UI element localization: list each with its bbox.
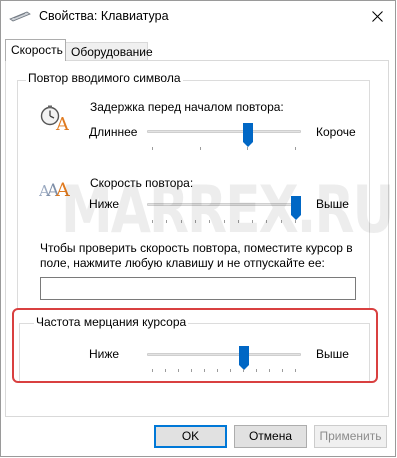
apply-button[interactable]: Применить — [314, 425, 387, 448]
tab-hardware[interactable]: Оборудование — [65, 42, 153, 61]
delay-slider-ticks — [152, 147, 296, 151]
repeat-group-legend: Повтор вводимого символа — [26, 71, 183, 85]
delay-slider-track[interactable] — [147, 130, 301, 133]
delay-label: Задержка перед началом повтора: — [90, 100, 284, 114]
delay-slider-thumb[interactable] — [243, 123, 254, 147]
keyboard-icon — [9, 10, 31, 22]
title-bar: Свойства: Клавиатура — [1, 1, 395, 32]
watermark: MARREX.RU — [61, 173, 395, 248]
cancel-button[interactable]: Отмена — [234, 425, 307, 448]
highlight-frame — [12, 308, 378, 383]
svg-text:A: A — [55, 114, 69, 131]
keyboard-properties-window: Свойства: Клавиатура Скорость Оборудован… — [0, 0, 396, 457]
slider-tick — [295, 147, 296, 150]
tab-speed[interactable]: Скорость — [5, 39, 66, 61]
close-icon — [371, 10, 383, 22]
window-title: Свойства: Клавиатура — [39, 9, 169, 23]
slider-tick — [152, 147, 153, 150]
slider-tick — [247, 147, 249, 150]
repeat-test-field[interactable] — [40, 277, 356, 300]
delay-right-label: Короче — [316, 125, 356, 139]
stopwatch-letter-a-icon: A — [39, 105, 70, 135]
slider-tick — [199, 147, 201, 150]
ok-button[interactable]: OK — [154, 425, 227, 448]
delay-left-label: Длиннее — [89, 125, 138, 139]
close-button[interactable] — [359, 1, 395, 31]
